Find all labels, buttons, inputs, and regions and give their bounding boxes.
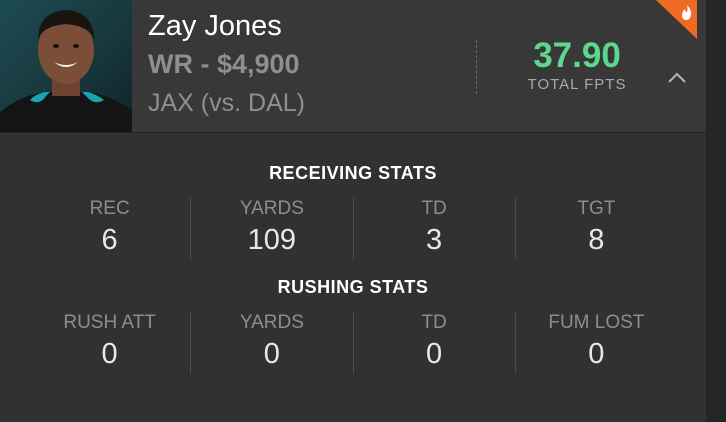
player-matchup: JAX (vs. DAL)	[148, 89, 305, 117]
receiving-stats-title: RECEIVING STATS	[269, 163, 437, 183]
total-fpts-value: 37.90	[533, 36, 621, 75]
stat-label: TD	[421, 198, 447, 219]
receiving-stats-row: REC 6 YARDS 109 TD 3 TGT 8	[29, 198, 677, 260]
player-stats-card: Zay Jones WR - $4,900 JAX (vs. DAL) 37.9…	[0, 0, 706, 422]
stat-value: 0	[101, 338, 118, 370]
stat-value: 6	[101, 224, 118, 256]
stat-value: 3	[426, 224, 443, 256]
stat-label: TGT	[577, 198, 616, 219]
player-position-salary: WR - $4,900	[148, 49, 300, 79]
stat-label: YARDS	[239, 312, 304, 333]
stat-label: FUM LOST	[548, 312, 645, 333]
stat-label: YARDS	[239, 198, 304, 219]
stat-fum-lost: FUM LOST 0	[514, 312, 677, 374]
hot-player-badge	[656, 0, 697, 39]
player-photo	[0, 0, 132, 132]
rushing-stats-title: RUSHING STATS	[277, 277, 429, 297]
player-header: Zay Jones WR - $4,900 JAX (vs. DAL) 37.9…	[0, 0, 706, 133]
stat-value: 0	[588, 338, 605, 370]
header-divider	[476, 40, 477, 94]
stat-value: 8	[588, 224, 605, 256]
stat-rush-td: TD 0	[352, 312, 515, 374]
stat-rec: REC 6	[29, 198, 190, 260]
stat-yards: YARDS 109	[190, 198, 352, 260]
stat-value: 109	[247, 224, 297, 256]
stat-label: TD	[421, 312, 447, 333]
stat-label: REC	[89, 198, 130, 219]
scrollbar-track[interactable]	[706, 0, 726, 422]
stat-td: TD 3	[352, 198, 515, 260]
rushing-stats-row: RUSH ATT 0 YARDS 0 TD 0 FUM LOST 0	[29, 312, 677, 374]
stat-label: RUSH ATT	[63, 312, 156, 333]
stat-value: 0	[426, 338, 443, 370]
stat-value: 0	[263, 338, 280, 370]
stat-tgt: TGT 8	[514, 198, 677, 260]
player-name: Zay Jones	[148, 10, 282, 42]
chevron-up-icon[interactable]	[667, 68, 687, 88]
stat-rush-yards: YARDS 0	[190, 312, 352, 374]
total-fpts-label: TOTAL FPTS	[527, 76, 627, 93]
stat-rush-att: RUSH ATT 0	[29, 312, 190, 374]
